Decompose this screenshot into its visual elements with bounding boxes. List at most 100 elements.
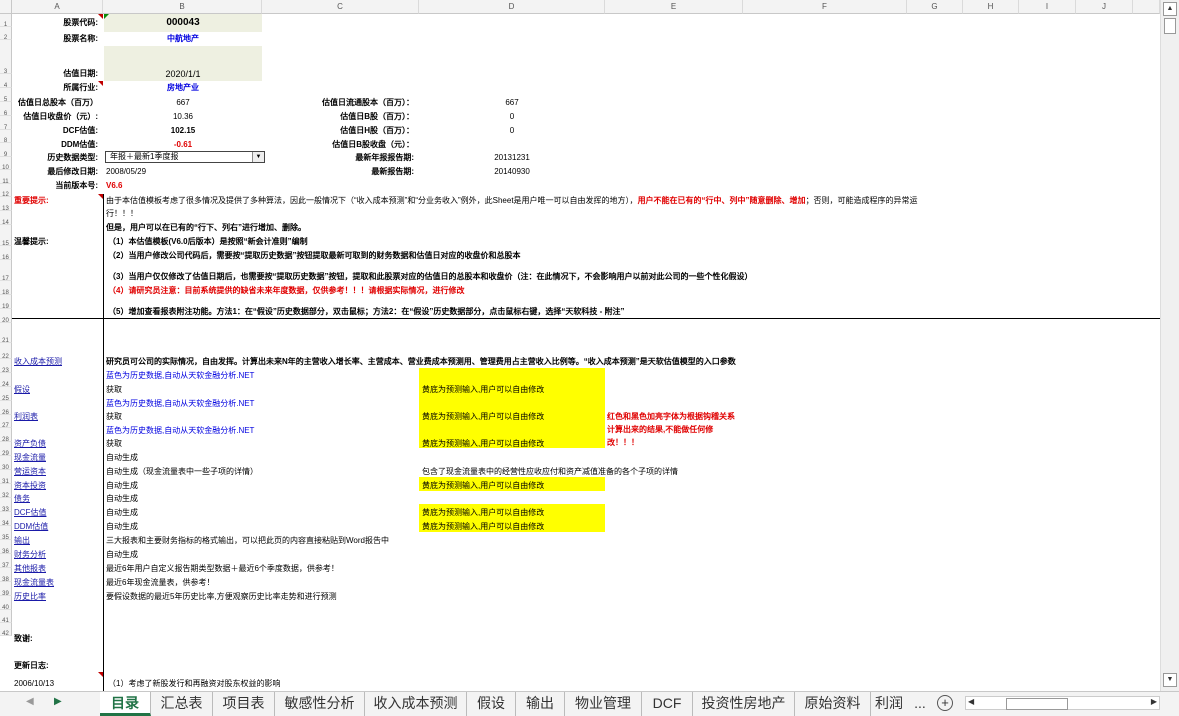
row-header[interactable]: 7 — [0, 116, 12, 131]
row-header[interactable]: 24 — [0, 373, 12, 388]
horizontal-scrollbar[interactable]: ◀ ▶ — [965, 696, 1160, 710]
toc-link-capex[interactable]: 资本投资 — [14, 480, 46, 492]
row-header[interactable]: 39 — [0, 582, 12, 597]
add-sheet-icon[interactable]: + — [937, 695, 953, 711]
row-header[interactable]: 27 — [0, 415, 12, 429]
toc-link-history-ratio[interactable]: 历史比率 — [14, 591, 46, 603]
column-header-i[interactable]: I — [1019, 0, 1076, 14]
scroll-left-icon[interactable]: ◀ — [968, 697, 974, 706]
row-header[interactable]: 13 — [0, 197, 12, 212]
column-header-f[interactable]: F — [743, 0, 907, 14]
row-header[interactable]: 36 — [0, 540, 12, 555]
row-header[interactable]: 2 — [0, 27, 12, 41]
column-header-e[interactable]: E — [605, 0, 743, 14]
row-header[interactable]: 12 — [0, 184, 12, 198]
row-header[interactable]: 21 — [0, 323, 12, 344]
toc-link-balance-sheet[interactable]: 资产负债 — [14, 438, 46, 450]
row-header[interactable]: 1 — [0, 14, 12, 28]
row-header[interactable]: 14 — [0, 211, 12, 226]
tab-contents[interactable]: 目录 — [100, 692, 151, 716]
tab-output[interactable]: 输出 — [516, 692, 565, 716]
row-header[interactable]: 17 — [0, 260, 12, 282]
row-header[interactable]: 4 — [0, 74, 12, 89]
toc-link-income-cost[interactable]: 收入成本预测 — [14, 356, 62, 368]
tab-sensitivity[interactable]: 敏感性分析 — [275, 692, 365, 716]
row-header[interactable]: 29 — [0, 442, 12, 457]
tab-income-cost[interactable]: 收入成本预测 — [365, 692, 467, 716]
latest-report-value[interactable]: 20140930 — [419, 166, 605, 178]
toc-link-dcf[interactable]: DCF估值 — [14, 507, 46, 519]
row-header[interactable]: 41 — [0, 610, 12, 624]
row-header[interactable]: 28 — [0, 428, 12, 443]
row-header[interactable]: 33 — [0, 498, 12, 513]
stock-name-value[interactable]: 中航地产 — [104, 33, 262, 45]
row-header[interactable]: 25 — [0, 387, 12, 402]
row-header[interactable]: 42 — [0, 623, 12, 637]
toc-link-cash-flow-table[interactable]: 现金流量表 — [14, 577, 54, 589]
column-header-d[interactable]: D — [419, 0, 605, 14]
industry-value[interactable]: 房地产业 — [104, 82, 262, 94]
tab-profit[interactable]: 利润 — [871, 692, 907, 716]
row-header[interactable]: 30 — [0, 456, 12, 471]
scrollbar-thumb[interactable] — [1164, 18, 1176, 34]
row-header[interactable]: 8 — [0, 130, 12, 144]
next-sheet-icon[interactable]: ▶ — [54, 696, 62, 707]
row-header[interactable]: 37 — [0, 554, 12, 569]
scroll-right-icon[interactable]: ▶ — [1151, 697, 1157, 706]
tab-property-management[interactable]: 物业管理 — [565, 692, 642, 716]
dcf-value[interactable]: 102.15 — [104, 125, 262, 137]
tab-assumptions[interactable]: 假设 — [467, 692, 516, 716]
row-header[interactable]: 19 — [0, 295, 12, 310]
row-header[interactable]: 18 — [0, 281, 12, 296]
toc-link-output[interactable]: 输出 — [14, 535, 30, 547]
row-header[interactable]: 35 — [0, 526, 12, 541]
last-modified-value[interactable]: 2008/05/29 — [106, 166, 146, 178]
row-header[interactable]: 6 — [0, 102, 12, 117]
prev-sheet-icon[interactable]: ◀ — [26, 696, 34, 707]
toc-link-other-reports[interactable]: 其他报表 — [14, 563, 46, 575]
scroll-down-icon[interactable]: ▼ — [1163, 673, 1177, 687]
ddm-value[interactable]: -0.61 — [104, 139, 262, 151]
toc-link-income-statement[interactable]: 利润表 — [14, 411, 38, 423]
column-header-h[interactable]: H — [963, 0, 1019, 14]
vertical-scrollbar[interactable]: ▲ ▼ — [1160, 0, 1179, 691]
column-header-a[interactable]: A — [12, 0, 103, 14]
row-header[interactable]: 23 — [0, 359, 12, 374]
scrollbar-thumb[interactable] — [1006, 698, 1068, 710]
column-header-c[interactable]: C — [262, 0, 419, 14]
row-header[interactable]: 15 — [0, 225, 12, 247]
column-header-b[interactable]: B — [103, 0, 262, 14]
toc-link-cash-flow[interactable]: 现金流量 — [14, 452, 46, 464]
row-header[interactable]: 5 — [0, 88, 12, 103]
row-header[interactable]: 38 — [0, 568, 12, 583]
row-header[interactable]: 34 — [0, 512, 12, 527]
close-price-value[interactable]: 10.36 — [104, 111, 262, 123]
row-header[interactable]: 10 — [0, 157, 12, 171]
row-header[interactable]: 22 — [0, 343, 12, 360]
tab-summary[interactable]: 汇总表 — [151, 692, 213, 716]
scroll-up-icon[interactable]: ▲ — [1163, 2, 1177, 16]
history-type-dropdown[interactable]: 年报＋最新1季度报 ▼ — [105, 151, 265, 163]
row-header[interactable]: 9 — [0, 143, 12, 158]
b-shares-value[interactable]: 0 — [419, 111, 605, 123]
float-shares-value[interactable]: 667 — [419, 97, 605, 109]
toc-link-working-capital[interactable]: 营运资本 — [14, 466, 46, 478]
select-all-corner[interactable] — [0, 0, 12, 14]
h-shares-value[interactable]: 0 — [419, 125, 605, 137]
valuation-date-value[interactable]: 2020/1/1 — [104, 68, 262, 80]
total-shares-value[interactable]: 667 — [104, 97, 262, 109]
toc-link-debt[interactable]: 债务 — [14, 493, 30, 505]
toc-link-assumptions[interactable]: 假设 — [14, 384, 30, 396]
row-header[interactable]: 40 — [0, 596, 12, 611]
row-header[interactable]: 3 — [0, 40, 12, 75]
tab-raw-data[interactable]: 原始资料 — [795, 692, 871, 716]
row-header[interactable]: 26 — [0, 401, 12, 416]
latest-annual-value[interactable]: 20131231 — [419, 152, 605, 164]
row-header[interactable]: 20 — [0, 309, 12, 324]
version-value[interactable]: V6.6 — [106, 180, 122, 192]
row-header[interactable]: 11 — [0, 170, 12, 185]
spreadsheet-grid[interactable]: A B C D E F G H I J 1 2 3 4 5 6 7 8 9 10 11 12 13 14 1… — [0, 0, 1160, 691]
column-header-j[interactable]: J — [1076, 0, 1133, 14]
more-tabs-button[interactable]: ... — [907, 692, 933, 716]
stock-code-value[interactable]: 000043 — [104, 17, 262, 29]
